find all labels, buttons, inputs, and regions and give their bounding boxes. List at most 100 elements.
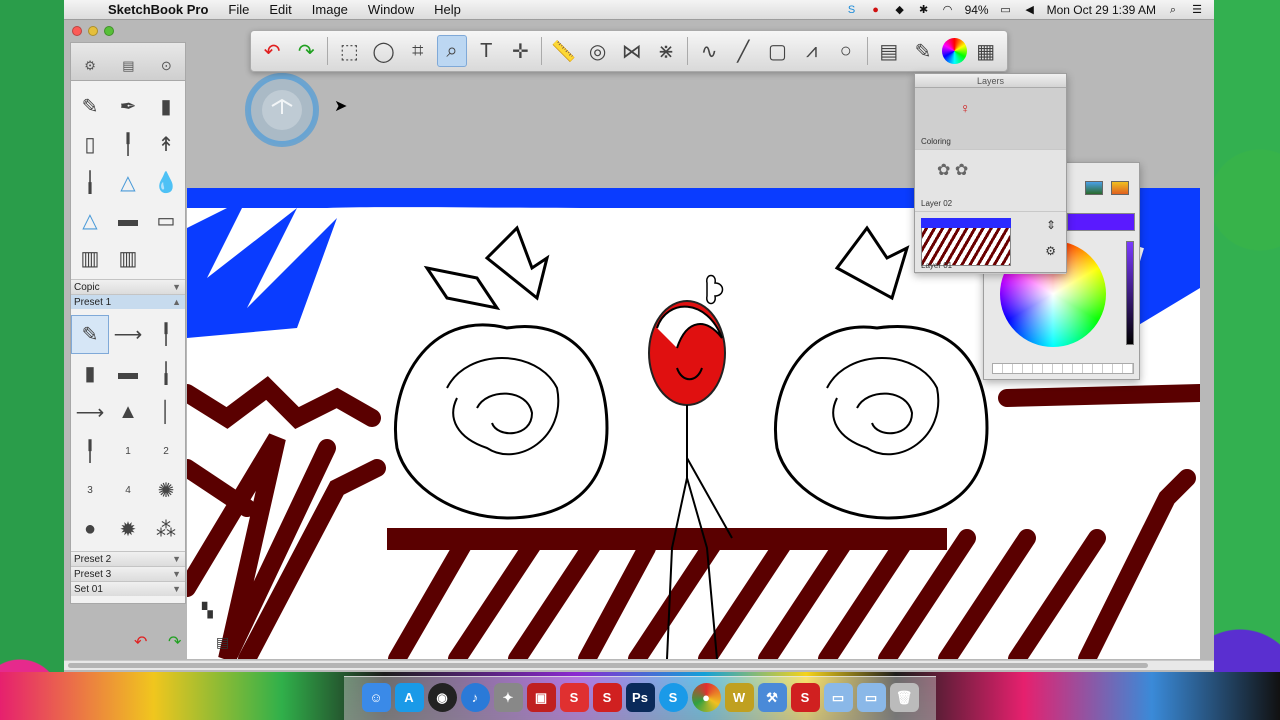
brush-copic-icon[interactable]: ▥ bbox=[109, 239, 147, 277]
preset-3-icon[interactable]: 3 bbox=[71, 471, 109, 510]
app-name-menu[interactable]: SketchBook Pro bbox=[100, 2, 218, 17]
preset-marker-icon[interactable]: ╿ bbox=[147, 315, 185, 354]
ruler-icon[interactable]: 📏 bbox=[548, 35, 578, 67]
preset-pen-icon[interactable]: ⟶ bbox=[109, 315, 147, 354]
layer-editor-icon[interactable]: ▤ bbox=[874, 35, 904, 67]
image-icon[interactable] bbox=[1085, 181, 1103, 195]
launchpad-icon[interactable]: ✦ bbox=[493, 683, 523, 712]
brush-palette-icon[interactable]: ✎ bbox=[908, 35, 938, 67]
move-icon[interactable]: ✛ bbox=[505, 35, 535, 67]
custom-color-strip[interactable] bbox=[992, 363, 1134, 374]
preset-block-icon[interactable]: ▬ bbox=[109, 354, 147, 393]
photo-booth-icon[interactable]: ▣ bbox=[526, 683, 556, 712]
rect-select-icon[interactable]: ⬚ bbox=[334, 35, 364, 67]
spotlight-icon[interactable]: ⌕ bbox=[1166, 3, 1180, 17]
palette-icon[interactable]: ▤ bbox=[122, 58, 134, 74]
preset-copic-icon[interactable]: ▮ bbox=[71, 354, 109, 393]
brush-ballpoint-icon[interactable]: ╽ bbox=[71, 163, 109, 201]
preset-fine-icon[interactable]: ╽ bbox=[147, 354, 185, 393]
brush-lagoon-icon[interactable]: ▚ bbox=[202, 602, 213, 619]
layer-coloring[interactable]: ♀ Coloring bbox=[915, 88, 1066, 150]
preset-horizontal-icon[interactable]: ⟶ bbox=[71, 393, 109, 432]
brush-bucket-icon[interactable]: ▥ bbox=[71, 239, 109, 277]
battery-percent[interactable]: 94% bbox=[965, 3, 989, 17]
preset-1-header[interactable]: Preset 1 ▲ bbox=[71, 294, 185, 309]
layer-settings-icon[interactable]: ⚙ bbox=[1045, 244, 1056, 258]
layer-02[interactable]: ✿ ✿ Layer 02 bbox=[915, 150, 1066, 212]
dashboard-icon[interactable]: ◉ bbox=[427, 683, 457, 712]
preset-thin-icon[interactable]: │ bbox=[147, 393, 185, 432]
undo-lagoon-icon[interactable]: ↶ bbox=[134, 632, 147, 652]
ellipse-guide-icon[interactable]: ◎ bbox=[583, 35, 613, 67]
brush-marker-icon[interactable]: ▮ bbox=[147, 87, 185, 125]
brush-tip-icon[interactable]: ↟ bbox=[147, 125, 185, 163]
curve-icon[interactable]: ∿ bbox=[694, 35, 724, 67]
polyline-icon[interactable]: ⩘ bbox=[797, 35, 827, 67]
current-color-swatch[interactable] bbox=[1067, 213, 1135, 231]
color-wheel-icon[interactable] bbox=[942, 38, 967, 64]
minimize-window-button[interactable] bbox=[88, 26, 98, 36]
brush-fine-icon[interactable]: ╿ bbox=[109, 125, 147, 163]
preset-ink-icon[interactable]: ▲ bbox=[109, 393, 147, 432]
horizontal-scrollbar[interactable] bbox=[64, 660, 1214, 670]
layer-01[interactable]: Layer 01 ⇕ ⚙ bbox=[915, 212, 1066, 274]
menu-window[interactable]: Window bbox=[358, 2, 424, 17]
preset-splatter-icon[interactable]: ✺ bbox=[147, 471, 185, 510]
menu-file[interactable]: File bbox=[218, 2, 259, 17]
target-icon[interactable]: ⊙ bbox=[161, 58, 172, 74]
menu-help[interactable]: Help bbox=[424, 2, 471, 17]
zoom-icon[interactable]: ⌕ bbox=[436, 35, 468, 67]
preset-needle-icon[interactable]: ╿ bbox=[71, 432, 109, 471]
documents-icon[interactable]: ▭ bbox=[856, 683, 886, 712]
library-selector[interactable]: Copic ▼ bbox=[71, 279, 185, 294]
redo-icon[interactable]: ↷ bbox=[291, 35, 321, 67]
sketchbook-express-icon[interactable]: S bbox=[592, 683, 622, 712]
brush-ink-pen-icon[interactable]: ✒ bbox=[109, 87, 147, 125]
layer-lagoon-icon[interactable]: ▤ bbox=[216, 634, 229, 651]
preset-dots-icon[interactable]: ⁂ bbox=[147, 510, 185, 549]
bluetooth-icon[interactable]: ✱ bbox=[917, 3, 931, 17]
preset-spatter-icon[interactable]: ✹ bbox=[109, 510, 147, 549]
brush-eraser-icon[interactable]: ▭ bbox=[147, 201, 185, 239]
value-slider[interactable] bbox=[1126, 241, 1134, 345]
brush-airbrush-icon[interactable]: △ bbox=[109, 163, 147, 201]
lasso-icon[interactable]: ◯ bbox=[368, 35, 398, 67]
preset-3-header[interactable]: Preset 3 ▼ bbox=[71, 566, 185, 581]
grid-icon[interactable]: ▦ bbox=[971, 35, 1001, 67]
sketchbook-icon[interactable]: S bbox=[559, 683, 589, 712]
settings-icon[interactable]: ⚙ bbox=[84, 58, 96, 74]
wifi-icon[interactable]: ◠ bbox=[941, 3, 955, 17]
evernote-icon[interactable]: ◆ bbox=[893, 3, 907, 17]
folder-icon[interactable]: ▭ bbox=[823, 683, 853, 712]
volume-icon[interactable]: ◀ bbox=[1023, 3, 1037, 17]
brush-block-icon[interactable]: ▬ bbox=[109, 201, 147, 239]
crop-icon[interactable]: ⌗ bbox=[403, 35, 433, 67]
menu-edit[interactable]: Edit bbox=[259, 2, 301, 17]
record-icon[interactable]: ● bbox=[869, 3, 883, 17]
word-icon[interactable]: W bbox=[724, 683, 754, 712]
itunes-icon[interactable]: ♪ bbox=[460, 683, 490, 712]
preset-pencil-icon[interactable]: ✎ bbox=[71, 315, 109, 354]
clock[interactable]: Mon Oct 29 1:39 AM bbox=[1047, 3, 1156, 17]
line-icon[interactable]: ╱ bbox=[728, 35, 758, 67]
xcode-icon[interactable]: ⚒ bbox=[757, 683, 787, 712]
photoshop-icon[interactable]: Ps bbox=[625, 683, 655, 712]
sketchbook-pro-icon[interactable]: S bbox=[790, 683, 820, 712]
preset-4-icon[interactable]: 4 bbox=[109, 471, 147, 510]
brush-smear-icon[interactable]: △ bbox=[71, 201, 109, 239]
set-01-header[interactable]: Set 01 ▼ bbox=[71, 581, 185, 596]
app-store-icon[interactable]: A bbox=[394, 683, 424, 712]
brush-water-icon[interactable]: 💧 bbox=[147, 163, 185, 201]
perspective-icon[interactable]: ⋇ bbox=[651, 35, 681, 67]
preset-2-header[interactable]: Preset 2 ▼ bbox=[71, 551, 185, 566]
scroll-thumb[interactable] bbox=[68, 663, 1148, 668]
symmetry-icon[interactable]: ⋈ bbox=[617, 35, 647, 67]
notification-center-icon[interactable]: ☰ bbox=[1190, 3, 1204, 17]
zoom-window-button[interactable] bbox=[104, 26, 114, 36]
close-window-button[interactable] bbox=[72, 26, 82, 36]
preset-1-icon[interactable]: 1 bbox=[109, 432, 147, 471]
ellipse-icon[interactable]: ○ bbox=[831, 35, 861, 67]
trash-icon[interactable]: 🗑 bbox=[889, 683, 919, 712]
battery-icon[interactable]: ▭ bbox=[999, 3, 1013, 17]
skype-icon[interactable]: S bbox=[658, 683, 688, 712]
